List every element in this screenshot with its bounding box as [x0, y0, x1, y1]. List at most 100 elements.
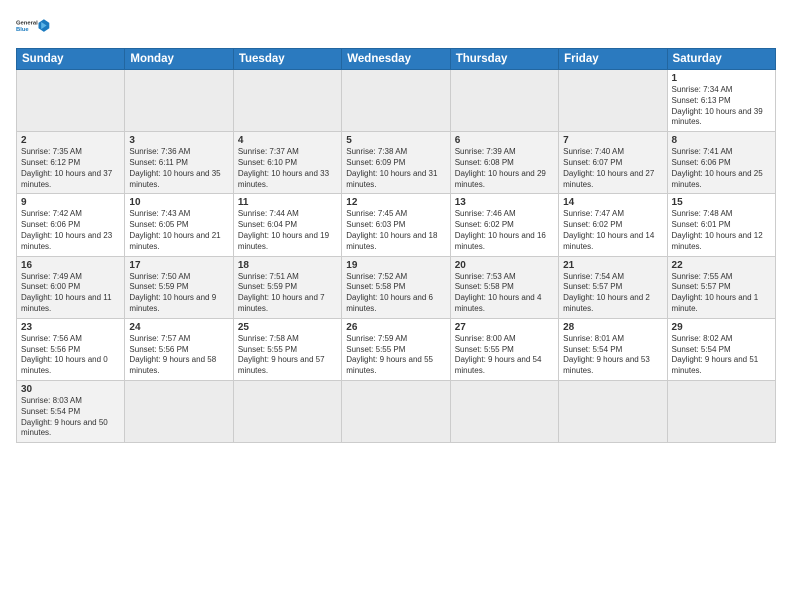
day-number: 12 — [346, 197, 445, 208]
calendar-week-3: 9Sunrise: 7:42 AM Sunset: 6:06 PM Daylig… — [17, 194, 776, 256]
day-number: 13 — [455, 197, 554, 208]
calendar-cell — [667, 380, 775, 442]
day-number: 14 — [563, 197, 662, 208]
day-info: Sunrise: 7:41 AM Sunset: 6:06 PM Dayligh… — [672, 147, 771, 190]
calendar-week-5: 23Sunrise: 7:56 AM Sunset: 5:56 PM Dayli… — [17, 318, 776, 380]
calendar-cell: 18Sunrise: 7:51 AM Sunset: 5:59 PM Dayli… — [233, 256, 341, 318]
calendar-cell: 11Sunrise: 7:44 AM Sunset: 6:04 PM Dayli… — [233, 194, 341, 256]
header: GeneralBlue — [16, 12, 776, 40]
calendar-cell: 24Sunrise: 7:57 AM Sunset: 5:56 PM Dayli… — [125, 318, 233, 380]
calendar-cell: 7Sunrise: 7:40 AM Sunset: 6:07 PM Daylig… — [559, 132, 667, 194]
day-number: 29 — [672, 322, 771, 333]
day-number: 24 — [129, 322, 228, 333]
calendar-header-monday: Monday — [125, 49, 233, 70]
day-info: Sunrise: 7:58 AM Sunset: 5:55 PM Dayligh… — [238, 334, 337, 377]
calendar-cell: 5Sunrise: 7:38 AM Sunset: 6:09 PM Daylig… — [342, 132, 450, 194]
calendar-cell — [17, 70, 125, 132]
calendar-header-saturday: Saturday — [667, 49, 775, 70]
day-number: 18 — [238, 260, 337, 271]
calendar-cell — [125, 380, 233, 442]
day-info: Sunrise: 7:40 AM Sunset: 6:07 PM Dayligh… — [563, 147, 662, 190]
calendar-week-4: 16Sunrise: 7:49 AM Sunset: 6:00 PM Dayli… — [17, 256, 776, 318]
calendar-cell: 14Sunrise: 7:47 AM Sunset: 6:02 PM Dayli… — [559, 194, 667, 256]
calendar-cell: 12Sunrise: 7:45 AM Sunset: 6:03 PM Dayli… — [342, 194, 450, 256]
day-number: 27 — [455, 322, 554, 333]
calendar-cell: 8Sunrise: 7:41 AM Sunset: 6:06 PM Daylig… — [667, 132, 775, 194]
calendar-cell: 6Sunrise: 7:39 AM Sunset: 6:08 PM Daylig… — [450, 132, 558, 194]
day-number: 2 — [21, 135, 120, 146]
calendar-cell — [342, 380, 450, 442]
day-info: Sunrise: 7:44 AM Sunset: 6:04 PM Dayligh… — [238, 209, 337, 252]
day-info: Sunrise: 7:43 AM Sunset: 6:05 PM Dayligh… — [129, 209, 228, 252]
day-info: Sunrise: 7:34 AM Sunset: 6:13 PM Dayligh… — [672, 85, 771, 128]
calendar-cell: 21Sunrise: 7:54 AM Sunset: 5:57 PM Dayli… — [559, 256, 667, 318]
day-number: 11 — [238, 197, 337, 208]
svg-text:General: General — [16, 21, 38, 27]
day-number: 7 — [563, 135, 662, 146]
calendar-cell: 29Sunrise: 8:02 AM Sunset: 5:54 PM Dayli… — [667, 318, 775, 380]
calendar-cell: 2Sunrise: 7:35 AM Sunset: 6:12 PM Daylig… — [17, 132, 125, 194]
day-info: Sunrise: 8:03 AM Sunset: 5:54 PM Dayligh… — [21, 396, 120, 439]
calendar-cell — [450, 70, 558, 132]
day-info: Sunrise: 7:54 AM Sunset: 5:57 PM Dayligh… — [563, 272, 662, 315]
day-number: 16 — [21, 260, 120, 271]
day-info: Sunrise: 7:51 AM Sunset: 5:59 PM Dayligh… — [238, 272, 337, 315]
day-info: Sunrise: 7:39 AM Sunset: 6:08 PM Dayligh… — [455, 147, 554, 190]
day-number: 19 — [346, 260, 445, 271]
day-info: Sunrise: 7:42 AM Sunset: 6:06 PM Dayligh… — [21, 209, 120, 252]
day-number: 4 — [238, 135, 337, 146]
day-number: 5 — [346, 135, 445, 146]
day-info: Sunrise: 7:50 AM Sunset: 5:59 PM Dayligh… — [129, 272, 228, 315]
day-info: Sunrise: 7:46 AM Sunset: 6:02 PM Dayligh… — [455, 209, 554, 252]
day-info: Sunrise: 7:45 AM Sunset: 6:03 PM Dayligh… — [346, 209, 445, 252]
calendar-cell — [450, 380, 558, 442]
calendar-header-row: SundayMondayTuesdayWednesdayThursdayFrid… — [17, 49, 776, 70]
day-number: 28 — [563, 322, 662, 333]
day-number: 10 — [129, 197, 228, 208]
calendar-cell: 30Sunrise: 8:03 AM Sunset: 5:54 PM Dayli… — [17, 380, 125, 442]
day-number: 9 — [21, 197, 120, 208]
calendar-cell — [559, 70, 667, 132]
day-info: Sunrise: 7:56 AM Sunset: 5:56 PM Dayligh… — [21, 334, 120, 377]
logo: GeneralBlue — [16, 12, 52, 40]
calendar-cell: 1Sunrise: 7:34 AM Sunset: 6:13 PM Daylig… — [667, 70, 775, 132]
day-info: Sunrise: 8:00 AM Sunset: 5:55 PM Dayligh… — [455, 334, 554, 377]
day-info: Sunrise: 7:57 AM Sunset: 5:56 PM Dayligh… — [129, 334, 228, 377]
day-number: 17 — [129, 260, 228, 271]
day-number: 23 — [21, 322, 120, 333]
day-info: Sunrise: 8:01 AM Sunset: 5:54 PM Dayligh… — [563, 334, 662, 377]
calendar-cell: 20Sunrise: 7:53 AM Sunset: 5:58 PM Dayli… — [450, 256, 558, 318]
calendar-header-sunday: Sunday — [17, 49, 125, 70]
day-number: 30 — [21, 384, 120, 395]
calendar-header-friday: Friday — [559, 49, 667, 70]
day-number: 3 — [129, 135, 228, 146]
calendar-week-1: 1Sunrise: 7:34 AM Sunset: 6:13 PM Daylig… — [17, 70, 776, 132]
generalblue-logo-icon: GeneralBlue — [16, 12, 52, 40]
day-number: 1 — [672, 73, 771, 84]
calendar-cell: 17Sunrise: 7:50 AM Sunset: 5:59 PM Dayli… — [125, 256, 233, 318]
calendar-cell: 3Sunrise: 7:36 AM Sunset: 6:11 PM Daylig… — [125, 132, 233, 194]
calendar-header-tuesday: Tuesday — [233, 49, 341, 70]
day-info: Sunrise: 7:36 AM Sunset: 6:11 PM Dayligh… — [129, 147, 228, 190]
calendar-cell: 4Sunrise: 7:37 AM Sunset: 6:10 PM Daylig… — [233, 132, 341, 194]
calendar-week-2: 2Sunrise: 7:35 AM Sunset: 6:12 PM Daylig… — [17, 132, 776, 194]
day-info: Sunrise: 7:48 AM Sunset: 6:01 PM Dayligh… — [672, 209, 771, 252]
day-info: Sunrise: 7:47 AM Sunset: 6:02 PM Dayligh… — [563, 209, 662, 252]
calendar-week-6: 30Sunrise: 8:03 AM Sunset: 5:54 PM Dayli… — [17, 380, 776, 442]
calendar-cell: 10Sunrise: 7:43 AM Sunset: 6:05 PM Dayli… — [125, 194, 233, 256]
day-info: Sunrise: 7:35 AM Sunset: 6:12 PM Dayligh… — [21, 147, 120, 190]
day-info: Sunrise: 7:49 AM Sunset: 6:00 PM Dayligh… — [21, 272, 120, 315]
day-info: Sunrise: 7:59 AM Sunset: 5:55 PM Dayligh… — [346, 334, 445, 377]
calendar-cell: 9Sunrise: 7:42 AM Sunset: 6:06 PM Daylig… — [17, 194, 125, 256]
day-info: Sunrise: 8:02 AM Sunset: 5:54 PM Dayligh… — [672, 334, 771, 377]
day-number: 21 — [563, 260, 662, 271]
calendar-cell: 16Sunrise: 7:49 AM Sunset: 6:00 PM Dayli… — [17, 256, 125, 318]
calendar-cell: 28Sunrise: 8:01 AM Sunset: 5:54 PM Dayli… — [559, 318, 667, 380]
calendar-cell: 15Sunrise: 7:48 AM Sunset: 6:01 PM Dayli… — [667, 194, 775, 256]
day-info: Sunrise: 7:55 AM Sunset: 5:57 PM Dayligh… — [672, 272, 771, 315]
day-info: Sunrise: 7:37 AM Sunset: 6:10 PM Dayligh… — [238, 147, 337, 190]
calendar-header-thursday: Thursday — [450, 49, 558, 70]
day-number: 25 — [238, 322, 337, 333]
calendar-cell — [233, 380, 341, 442]
calendar-cell: 25Sunrise: 7:58 AM Sunset: 5:55 PM Dayli… — [233, 318, 341, 380]
